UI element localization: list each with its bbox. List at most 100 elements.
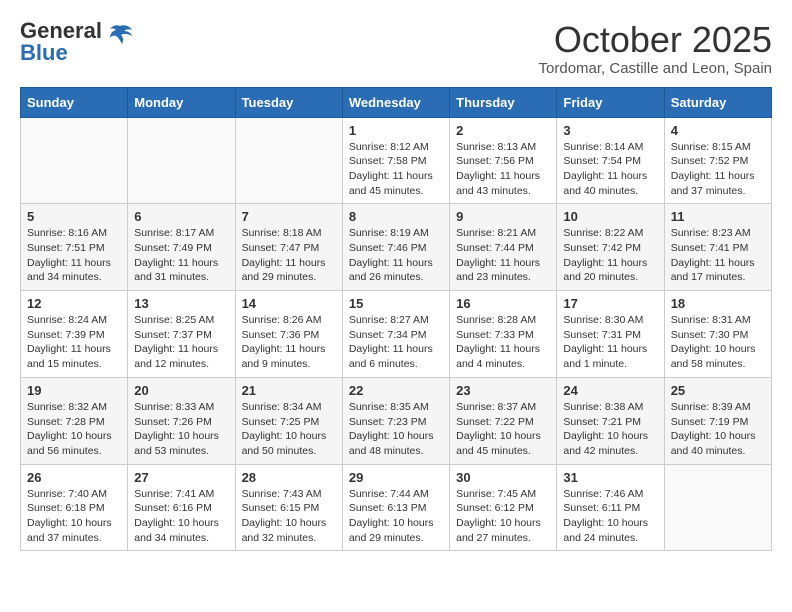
day-info: Sunrise: 8:32 AM Sunset: 7:28 PM Dayligh… [27, 400, 121, 459]
day-number: 26 [27, 470, 121, 485]
day-info: Sunrise: 8:27 AM Sunset: 7:34 PM Dayligh… [349, 313, 443, 372]
day-number: 14 [242, 296, 336, 311]
day-info: Sunrise: 8:35 AM Sunset: 7:23 PM Dayligh… [349, 400, 443, 459]
day-number: 30 [456, 470, 550, 485]
calendar-day-cell: 9 Sunrise: 8:21 AM Sunset: 7:44 PM Daylig… [450, 204, 557, 291]
day-info: Sunrise: 8:13 AM Sunset: 7:56 PM Dayligh… [456, 140, 550, 199]
calendar-day-cell: 30Sunrise: 7:45 AM Sunset: 6:12 PM Dayli… [450, 464, 557, 551]
day-number: 1 [349, 123, 443, 138]
logo-bird-icon [106, 22, 134, 55]
day-info: Sunrise: 7:40 AM Sunset: 6:18 PM Dayligh… [27, 487, 121, 546]
day-info: Sunrise: 8:21 AM Sunset: 7:44 PM Dayligh… [456, 226, 550, 285]
calendar-day-cell: 2 Sunrise: 8:13 AM Sunset: 7:56 PM Daylig… [450, 117, 557, 204]
location: Tordomar, Castille and Leon, Spain [539, 60, 772, 77]
day-number: 18 [671, 296, 765, 311]
day-info: Sunrise: 8:28 AM Sunset: 7:33 PM Dayligh… [456, 313, 550, 372]
calendar-week-3: 12Sunrise: 8:24 AM Sunset: 7:39 PM Dayli… [21, 291, 772, 378]
calendar-day-cell [128, 117, 235, 204]
calendar-day-cell: 18 Sunrise: 8:31 AM Sunset: 7:30 PM Dayli… [664, 291, 771, 378]
day-number: 24 [563, 383, 657, 398]
calendar-day-cell: 1 Sunrise: 8:12 AM Sunset: 7:58 PM Daylig… [342, 117, 449, 204]
calendar-day-cell: 25 Sunrise: 8:39 AM Sunset: 7:19 PM Dayli… [664, 377, 771, 464]
day-number: 9 [456, 209, 550, 224]
day-number: 27 [134, 470, 228, 485]
day-info: Sunrise: 8:25 AM Sunset: 7:37 PM Dayligh… [134, 313, 228, 372]
day-info: Sunrise: 7:44 AM Sunset: 6:13 PM Dayligh… [349, 487, 443, 546]
weekday-header-tuesday: Tuesday [235, 87, 342, 117]
weekday-header-sunday: Sunday [21, 87, 128, 117]
logo-general: General [20, 20, 102, 42]
weekday-header-row: SundayMondayTuesdayWednesdayThursdayFrid… [21, 87, 772, 117]
calendar-day-cell: 7Sunrise: 8:18 AM Sunset: 7:47 PM Daylig… [235, 204, 342, 291]
calendar-table: SundayMondayTuesdayWednesdayThursdayFrid… [20, 87, 772, 552]
weekday-header-monday: Monday [128, 87, 235, 117]
day-info: Sunrise: 8:38 AM Sunset: 7:21 PM Dayligh… [563, 400, 657, 459]
calendar-week-2: 5Sunrise: 8:16 AM Sunset: 7:51 PM Daylig… [21, 204, 772, 291]
day-number: 31 [563, 470, 657, 485]
calendar-day-cell: 15 Sunrise: 8:27 AM Sunset: 7:34 PM Dayli… [342, 291, 449, 378]
day-info: Sunrise: 8:23 AM Sunset: 7:41 PM Dayligh… [671, 226, 765, 285]
calendar-day-cell: 17 Sunrise: 8:30 AM Sunset: 7:31 PM Dayli… [557, 291, 664, 378]
calendar-day-cell: 10 Sunrise: 8:22 AM Sunset: 7:42 PM Dayli… [557, 204, 664, 291]
weekday-header-friday: Friday [557, 87, 664, 117]
day-number: 17 [563, 296, 657, 311]
day-number: 13 [134, 296, 228, 311]
day-number: 29 [349, 470, 443, 485]
day-info: Sunrise: 8:30 AM Sunset: 7:31 PM Dayligh… [563, 313, 657, 372]
day-number: 11 [671, 209, 765, 224]
day-info: Sunrise: 7:41 AM Sunset: 6:16 PM Dayligh… [134, 487, 228, 546]
calendar-week-1: 1 Sunrise: 8:12 AM Sunset: 7:58 PM Daylig… [21, 117, 772, 204]
calendar-day-cell: 19 Sunrise: 8:32 AM Sunset: 7:28 PM Dayli… [21, 377, 128, 464]
calendar-day-cell: 31Sunrise: 7:46 AM Sunset: 6:11 PM Dayli… [557, 464, 664, 551]
page-header: General Blue October 2025 Tordomar, Cast… [20, 20, 772, 77]
day-info: Sunrise: 8:22 AM Sunset: 7:42 PM Dayligh… [563, 226, 657, 285]
day-number: 10 [563, 209, 657, 224]
calendar-day-cell: 11 Sunrise: 8:23 AM Sunset: 7:41 PM Dayli… [664, 204, 771, 291]
calendar-day-cell [235, 117, 342, 204]
day-number: 4 [671, 123, 765, 138]
day-info: Sunrise: 8:39 AM Sunset: 7:19 PM Dayligh… [671, 400, 765, 459]
weekday-header-wednesday: Wednesday [342, 87, 449, 117]
day-number: 15 [349, 296, 443, 311]
day-number: 2 [456, 123, 550, 138]
day-info: Sunrise: 8:26 AM Sunset: 7:36 PM Dayligh… [242, 313, 336, 372]
calendar-day-cell: 20Sunrise: 8:33 AM Sunset: 7:26 PM Dayli… [128, 377, 235, 464]
calendar-day-cell: 22 Sunrise: 8:35 AM Sunset: 7:23 PM Dayli… [342, 377, 449, 464]
day-info: Sunrise: 8:14 AM Sunset: 7:54 PM Dayligh… [563, 140, 657, 199]
weekday-header-thursday: Thursday [450, 87, 557, 117]
calendar-day-cell: 14 Sunrise: 8:26 AM Sunset: 7:36 PM Dayli… [235, 291, 342, 378]
calendar-week-4: 19 Sunrise: 8:32 AM Sunset: 7:28 PM Dayli… [21, 377, 772, 464]
calendar-day-cell: 13 Sunrise: 8:25 AM Sunset: 7:37 PM Dayli… [128, 291, 235, 378]
calendar-day-cell: 6Sunrise: 8:17 AM Sunset: 7:49 PM Daylig… [128, 204, 235, 291]
calendar-day-cell: 8 Sunrise: 8:19 AM Sunset: 7:46 PM Daylig… [342, 204, 449, 291]
calendar-day-cell: 27 Sunrise: 7:41 AM Sunset: 6:16 PM Dayli… [128, 464, 235, 551]
day-number: 19 [27, 383, 121, 398]
day-number: 28 [242, 470, 336, 485]
day-number: 25 [671, 383, 765, 398]
day-info: Sunrise: 8:31 AM Sunset: 7:30 PM Dayligh… [671, 313, 765, 372]
day-info: Sunrise: 8:15 AM Sunset: 7:52 PM Dayligh… [671, 140, 765, 199]
day-info: Sunrise: 8:17 AM Sunset: 7:49 PM Dayligh… [134, 226, 228, 285]
calendar-day-cell: 3 Sunrise: 8:14 AM Sunset: 7:54 PM Daylig… [557, 117, 664, 204]
day-info: Sunrise: 8:12 AM Sunset: 7:58 PM Dayligh… [349, 140, 443, 199]
day-info: Sunrise: 8:34 AM Sunset: 7:25 PM Dayligh… [242, 400, 336, 459]
calendar-day-cell: 5Sunrise: 8:16 AM Sunset: 7:51 PM Daylig… [21, 204, 128, 291]
day-number: 21 [242, 383, 336, 398]
day-number: 3 [563, 123, 657, 138]
day-info: Sunrise: 8:37 AM Sunset: 7:22 PM Dayligh… [456, 400, 550, 459]
day-number: 22 [349, 383, 443, 398]
calendar-day-cell: 4 Sunrise: 8:15 AM Sunset: 7:52 PM Daylig… [664, 117, 771, 204]
day-info: Sunrise: 8:19 AM Sunset: 7:46 PM Dayligh… [349, 226, 443, 285]
title-section: October 2025 Tordomar, Castille and Leon… [539, 20, 772, 77]
calendar-day-cell: 24 Sunrise: 8:38 AM Sunset: 7:21 PM Dayli… [557, 377, 664, 464]
day-number: 23 [456, 383, 550, 398]
calendar-day-cell: 12Sunrise: 8:24 AM Sunset: 7:39 PM Dayli… [21, 291, 128, 378]
day-number: 20 [134, 383, 228, 398]
logo-blue: Blue [20, 42, 102, 64]
day-number: 8 [349, 209, 443, 224]
weekday-header-saturday: Saturday [664, 87, 771, 117]
calendar-day-cell: 26 Sunrise: 7:40 AM Sunset: 6:18 PM Dayli… [21, 464, 128, 551]
month-title: October 2025 [539, 20, 772, 60]
calendar-day-cell: 21 Sunrise: 8:34 AM Sunset: 7:25 PM Dayli… [235, 377, 342, 464]
day-info: Sunrise: 8:18 AM Sunset: 7:47 PM Dayligh… [242, 226, 336, 285]
